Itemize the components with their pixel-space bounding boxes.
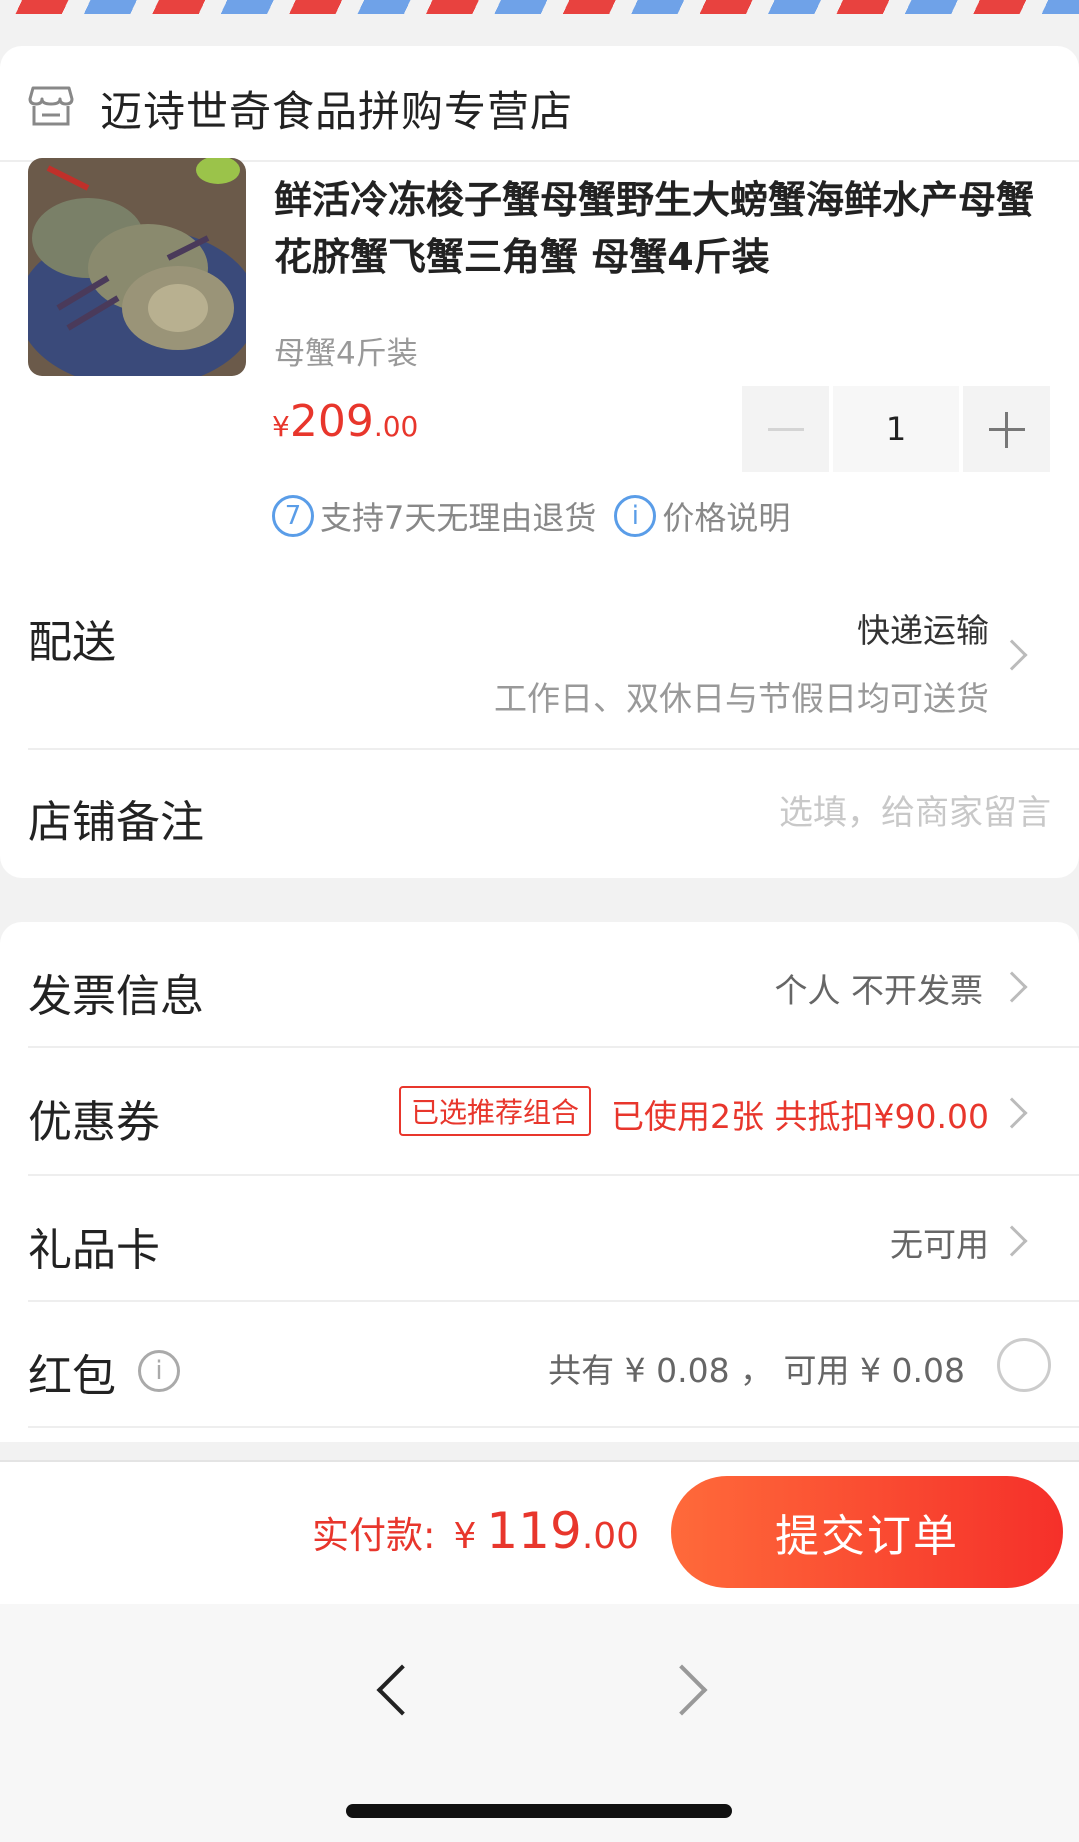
product-sku: 母蟹4斤装 xyxy=(274,336,418,372)
browser-toolbar xyxy=(0,1604,1079,1842)
red-packet-radio[interactable] xyxy=(997,1338,1051,1392)
delivery-label: 配送 xyxy=(28,617,116,668)
checkout-bar: 实付款: ¥ 119 .00 提交订单 xyxy=(0,1460,1079,1604)
store-icon xyxy=(28,86,74,126)
total-integer: 119 xyxy=(486,1502,582,1560)
product-price: ¥209.00 xyxy=(272,396,418,447)
price-note-badge[interactable]: i 价格说明 xyxy=(614,493,790,539)
coupon-label: 优惠券 xyxy=(28,1097,160,1148)
red-packet-row: 红包 i 共有 ¥ 0.08 ， 可用 ¥ 0.08 xyxy=(28,1302,1079,1428)
price-note-label: 价格说明 xyxy=(662,499,791,537)
coupon-value: 已使用2张 共抵扣¥90.00 xyxy=(611,1097,989,1136)
store-remark-row: 店铺备注 xyxy=(28,750,1079,878)
return-policy-label: 支持7天无理由退货 xyxy=(320,499,597,537)
chevron-right-icon xyxy=(996,1225,1028,1257)
chevron-right-icon xyxy=(996,639,1028,671)
price-currency: ¥ xyxy=(272,410,290,443)
gift-card-row[interactable]: 礼品卡 无可用 xyxy=(28,1176,1079,1302)
submit-order-button[interactable]: 提交订单 xyxy=(671,1476,1063,1588)
store-remark-label: 店铺备注 xyxy=(28,797,204,848)
total-decimal: .00 xyxy=(581,1516,640,1557)
invoice-value: 个人 不开发票 xyxy=(774,971,984,1010)
coupon-recommend-tag: 已选推荐组合 xyxy=(398,1086,591,1136)
red-packet-label: 红包 xyxy=(28,1351,116,1402)
airmail-stripe-decoration xyxy=(0,0,1079,14)
price-decimal: .00 xyxy=(373,410,419,443)
forward-arrow-icon[interactable] xyxy=(656,1664,708,1716)
increase-quantity-button[interactable] xyxy=(963,386,1050,472)
total-currency: ¥ xyxy=(453,1516,477,1557)
service-badges: 7 支持7天无理由退货 i 价格说明 xyxy=(272,492,808,540)
chevron-right-icon xyxy=(996,1097,1028,1129)
chevron-right-icon xyxy=(996,971,1028,1003)
invoice-row[interactable]: 发票信息 个人 不开发票 xyxy=(28,922,1079,1048)
return-policy-badge[interactable]: 7 支持7天无理由退货 xyxy=(272,493,596,539)
decrease-quantity-button[interactable] xyxy=(742,386,829,472)
seven-day-icon: 7 xyxy=(272,495,314,537)
total-label: 实付款: xyxy=(312,1514,436,1557)
red-packet-info-icon[interactable]: i xyxy=(138,1350,180,1392)
product-title[interactable]: 鲜活冷冻梭子蟹母蟹野生大螃蟹海鲜水产母蟹花脐蟹飞蟹三角蟹 母蟹4斤装 xyxy=(274,172,1044,286)
red-packet-value: 共有 ¥ 0.08 ， 可用 ¥ 0.08 xyxy=(548,1351,965,1390)
total-amount: 实付款: ¥ 119 .00 xyxy=(312,1502,639,1560)
product-image[interactable] xyxy=(28,158,246,376)
invoice-label: 发票信息 xyxy=(28,971,204,1022)
store-remark-input[interactable] xyxy=(631,788,1051,838)
order-store-card: 迈诗世奇食品拼购专营店 鲜活冷冻梭子蟹母蟹野生大螃蟹海鲜水产母蟹花脐蟹飞蟹三角蟹… xyxy=(0,46,1079,878)
gift-card-label: 礼品卡 xyxy=(28,1225,160,1276)
gift-card-value: 无可用 xyxy=(890,1225,989,1264)
delivery-method: 快递运输 xyxy=(857,611,989,650)
info-icon: i xyxy=(614,495,657,537)
home-indicator[interactable] xyxy=(346,1804,732,1818)
quantity-stepper: 1 xyxy=(742,386,1050,472)
crab-image xyxy=(28,158,246,376)
store-header[interactable]: 迈诗世奇食品拼购专营店 xyxy=(0,46,1079,162)
quantity-value[interactable]: 1 xyxy=(832,386,960,472)
price-integer: 209 xyxy=(289,396,374,447)
delivery-row[interactable]: 配送 快递运输 工作日、双休日与节假日均可送货 xyxy=(28,560,1079,750)
back-arrow-icon[interactable] xyxy=(376,1664,428,1716)
delivery-note: 工作日、双休日与节假日均可送货 xyxy=(494,679,989,718)
coupon-row[interactable]: 优惠券 已选推荐组合 已使用2张 共抵扣¥90.00 xyxy=(28,1048,1079,1176)
store-name: 迈诗世奇食品拼购专营店 xyxy=(100,87,574,136)
